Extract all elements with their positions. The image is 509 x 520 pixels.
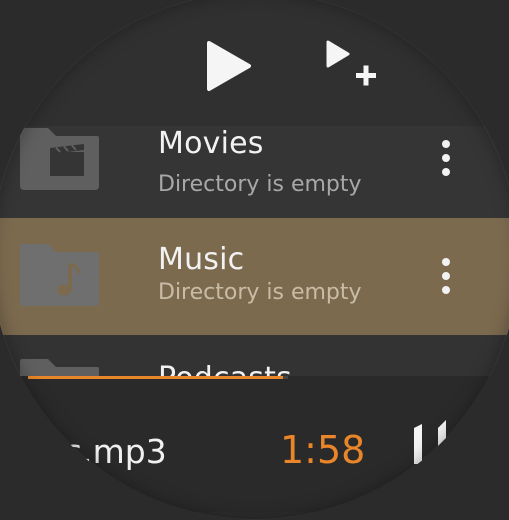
top-actions [0,0,509,126]
more-options-icon[interactable] [436,258,456,300]
folder-music-icon [20,244,99,306]
list-item-music[interactable]: Music Directory is empty [0,218,509,335]
directory-list: Movies Directory is empty Music Director… [0,126,509,376]
pause-icon[interactable] [408,416,454,466]
list-item-movies[interactable]: Movies Directory is empty [0,126,509,218]
list-item-title: Podcasts [158,361,292,376]
playback-progress-fill [28,376,283,379]
playback-progress [28,376,288,379]
list-item-title: Music [158,242,245,277]
folder-icon [20,359,99,376]
list-item-title: Movies [158,126,264,161]
folder-movies-icon [20,128,99,190]
elapsed-time: 1:58 [280,428,366,472]
track-name: ts.mp3 [52,432,167,471]
mini-player[interactable]: ts.mp3 1:58 [0,376,509,512]
play-next-icon[interactable] [322,38,378,90]
play-icon[interactable] [203,40,255,92]
watch-screen: Movies Directory is empty Music Director… [0,0,509,512]
list-item-subtitle: Directory is empty [158,280,362,305]
more-options-icon[interactable] [436,140,456,182]
list-item-subtitle: Directory is empty [158,172,362,197]
list-item-podcasts[interactable]: Podcasts [0,335,509,376]
